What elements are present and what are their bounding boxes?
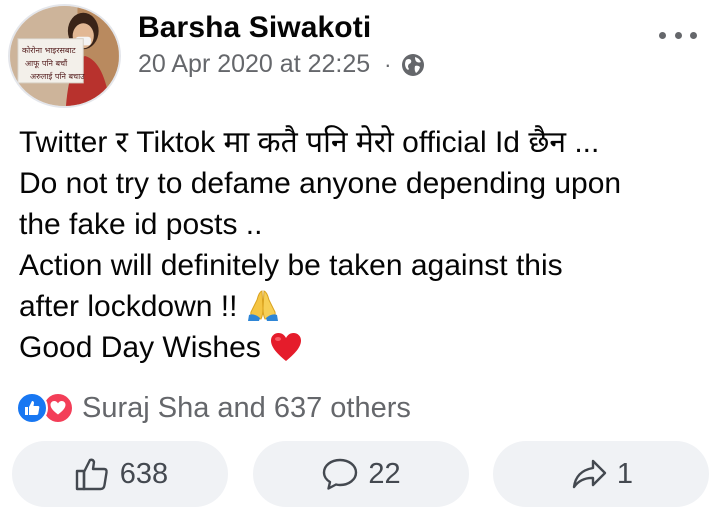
post-text: Do not try to defame anyone depending up…: [19, 167, 622, 200]
comment-button[interactable]: 22: [252, 441, 469, 507]
author-name[interactable]: Barsha Siwakoti: [138, 11, 371, 45]
post-text: the fake id posts ..: [19, 208, 263, 241]
globe-icon[interactable]: [401, 53, 425, 77]
reactions-summary[interactable]: Suraj Sha and 637 others: [16, 390, 411, 426]
avatar-sign-text: आफू पनि बचौं: [25, 59, 68, 68]
post-text: Action will definitely be taken against …: [19, 249, 563, 282]
post-body: Twitter र Tiktok मा कतै पनि मेरो officia…: [19, 122, 709, 368]
folded-hands-emoji: [248, 290, 279, 321]
post-meta: 20 Apr 2020 at 22:25 ·: [138, 50, 425, 79]
like-count: 638: [119, 457, 169, 490]
more-dot: [690, 31, 697, 39]
post-line: Twitter र Tiktok मा कतै पनि मेरो officia…: [19, 122, 709, 163]
more-dot: [659, 31, 666, 39]
author-avatar[interactable]: कोरोना भाइरसबाट आफू पनि बचौं अरुलाई पनि …: [8, 4, 121, 108]
meta-separator: ·: [384, 51, 392, 77]
post-text: Good Day Wishes: [19, 331, 261, 364]
like-reaction-icon: [16, 392, 48, 424]
comment-count: 22: [368, 457, 401, 490]
share-arrow-icon: [572, 459, 607, 489]
post-line: Do not try to defame anyone depending up…: [19, 163, 709, 204]
post-line: Action will definitely be taken against …: [19, 245, 709, 286]
post-actions: 638 22 1: [12, 441, 709, 507]
post-text: Twitter र Tiktok मा कतै पनि मेरो officia…: [19, 126, 600, 159]
post-text: after lockdown !!: [19, 290, 238, 323]
thumbs-up-icon: [75, 458, 108, 491]
comment-icon: [323, 458, 358, 490]
avatar-photo: [10, 6, 119, 106]
post-line: after lockdown !!: [19, 286, 709, 327]
post-line: Good Day Wishes: [19, 327, 709, 368]
share-count: 1: [616, 457, 634, 490]
share-button[interactable]: 1: [493, 441, 709, 507]
post-timestamp[interactable]: 20 Apr 2020 at 22:25: [138, 50, 370, 79]
avatar-sign-text: कोरोना भाइरसबाट: [22, 46, 76, 55]
post-line: the fake id posts ..: [19, 204, 709, 245]
red-heart-emoji: [270, 333, 301, 361]
more-dot: [674, 31, 682, 39]
reactions-text: Suraj Sha and 637 others: [82, 391, 411, 424]
like-button[interactable]: 638: [12, 441, 228, 507]
more-options-icon[interactable]: [659, 28, 697, 42]
avatar-sign-text: अरुलाई पनि बचाउ: [30, 72, 85, 81]
